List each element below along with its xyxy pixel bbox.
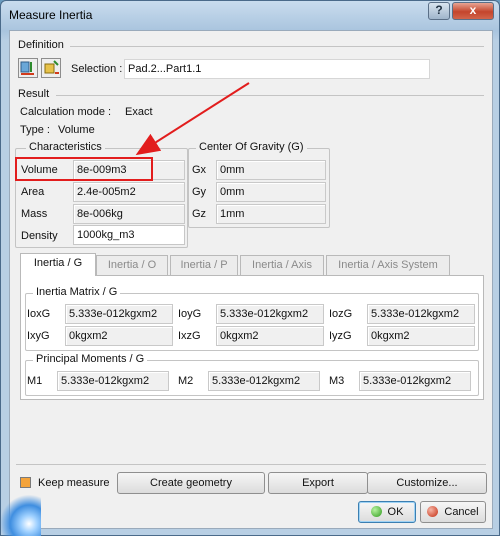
- tab-inertia-axis[interactable]: Inertia / Axis: [240, 255, 324, 275]
- m1-label: M1: [27, 375, 43, 387]
- title-bar[interactable]: Measure Inertia ? x: [1, 1, 499, 29]
- export-button[interactable]: Export: [268, 472, 368, 494]
- tab-inertia-g[interactable]: Inertia / G: [20, 253, 96, 276]
- ioyg-value: 5.333e-012kgxm2: [216, 304, 324, 324]
- density-field[interactable]: 1000kg_m3: [73, 225, 185, 245]
- type-label: Type :: [20, 124, 50, 136]
- tab-inertia-p[interactable]: Inertia / P: [170, 255, 238, 275]
- mass-label: Mass: [21, 208, 48, 220]
- close-button[interactable]: x: [452, 2, 494, 20]
- keep-measure-checkbox[interactable]: [20, 477, 31, 488]
- measure-item-icon[interactable]: [41, 58, 61, 78]
- iozg-value: 5.333e-012kgxm2: [367, 304, 475, 324]
- window-title: Measure Inertia: [9, 8, 93, 22]
- decorative-orb: [1, 493, 41, 536]
- ixzg-value: 0kgxm2: [216, 326, 324, 346]
- gx-label: Gx: [192, 164, 207, 176]
- calculation-mode-label: Calculation mode :: [20, 106, 112, 118]
- selection-label: Selection :: [71, 63, 123, 75]
- principal-moments-title: Principal Moments / G: [33, 353, 148, 365]
- customize-button[interactable]: Customize...: [367, 472, 487, 494]
- ioyg-label: IoyG: [178, 308, 202, 320]
- m2-label: M2: [178, 375, 194, 387]
- ok-icon: [370, 506, 382, 517]
- create-geometry-button[interactable]: Create geometry: [117, 472, 265, 494]
- tab-panel-inertia-g: Inertia Matrix / G IoxG 5.333e-012kgxm2 …: [20, 275, 484, 400]
- definition-separator: [70, 46, 484, 47]
- ixzg-label: IxzG: [178, 330, 201, 342]
- dialog-body: Definition Selection : Pad.2...Part1.1 R…: [9, 30, 493, 529]
- characteristics-title: Characteristics: [26, 141, 105, 153]
- m2-value: 5.333e-012kgxm2: [208, 371, 320, 391]
- measure-inertia-window: Measure Inertia ? x Definition Selection…: [0, 0, 500, 536]
- measure-between-icon[interactable]: [18, 58, 38, 78]
- result-separator: [56, 95, 484, 96]
- iyzg-label: IyzG: [329, 330, 352, 342]
- density-label: Density: [21, 230, 58, 242]
- selection-field[interactable]: Pad.2...Part1.1: [124, 59, 430, 79]
- type-value: Volume: [58, 124, 95, 136]
- calculation-mode-value: Exact: [125, 106, 153, 118]
- volume-highlight-box: [15, 157, 153, 181]
- ok-label: OK: [387, 506, 404, 518]
- area-value: 2.4e-005m2: [73, 182, 185, 202]
- cancel-button[interactable]: Cancel: [420, 501, 486, 523]
- m1-value: 5.333e-012kgxm2: [57, 371, 169, 391]
- gz-value: 1mm: [216, 204, 326, 224]
- gz-label: Gz: [192, 208, 207, 220]
- bottom-separator: [16, 464, 486, 465]
- definition-label: Definition: [18, 39, 64, 51]
- cancel-label: Cancel: [444, 506, 479, 518]
- tab-inertia-axis-system[interactable]: Inertia / Axis System: [326, 255, 450, 275]
- gy-label: Gy: [192, 186, 207, 198]
- tab-inertia-o[interactable]: Inertia / O: [96, 255, 168, 275]
- gy-value: 0mm: [216, 182, 326, 202]
- iyzg-value: 0kgxm2: [367, 326, 475, 346]
- ioxg-label: IoxG: [27, 308, 51, 320]
- m3-value: 5.333e-012kgxm2: [359, 371, 471, 391]
- iozg-label: IozG: [329, 308, 353, 320]
- ioxg-value: 5.333e-012kgxm2: [65, 304, 173, 324]
- ixyg-value: 0kgxm2: [65, 326, 173, 346]
- area-label: Area: [21, 186, 45, 198]
- center-of-gravity-title: Center Of Gravity (G): [196, 141, 307, 153]
- ok-button[interactable]: OK: [358, 501, 416, 523]
- m3-label: M3: [329, 375, 345, 387]
- help-button[interactable]: ?: [428, 2, 450, 20]
- ixyg-label: IxyG: [27, 330, 50, 342]
- keep-measure-label: Keep measure: [38, 477, 110, 489]
- cancel-icon: [427, 506, 439, 517]
- gx-value: 0mm: [216, 160, 326, 180]
- result-label: Result: [18, 88, 50, 100]
- inertia-matrix-title: Inertia Matrix / G: [33, 286, 121, 298]
- mass-value: 8e-006kg: [73, 204, 185, 224]
